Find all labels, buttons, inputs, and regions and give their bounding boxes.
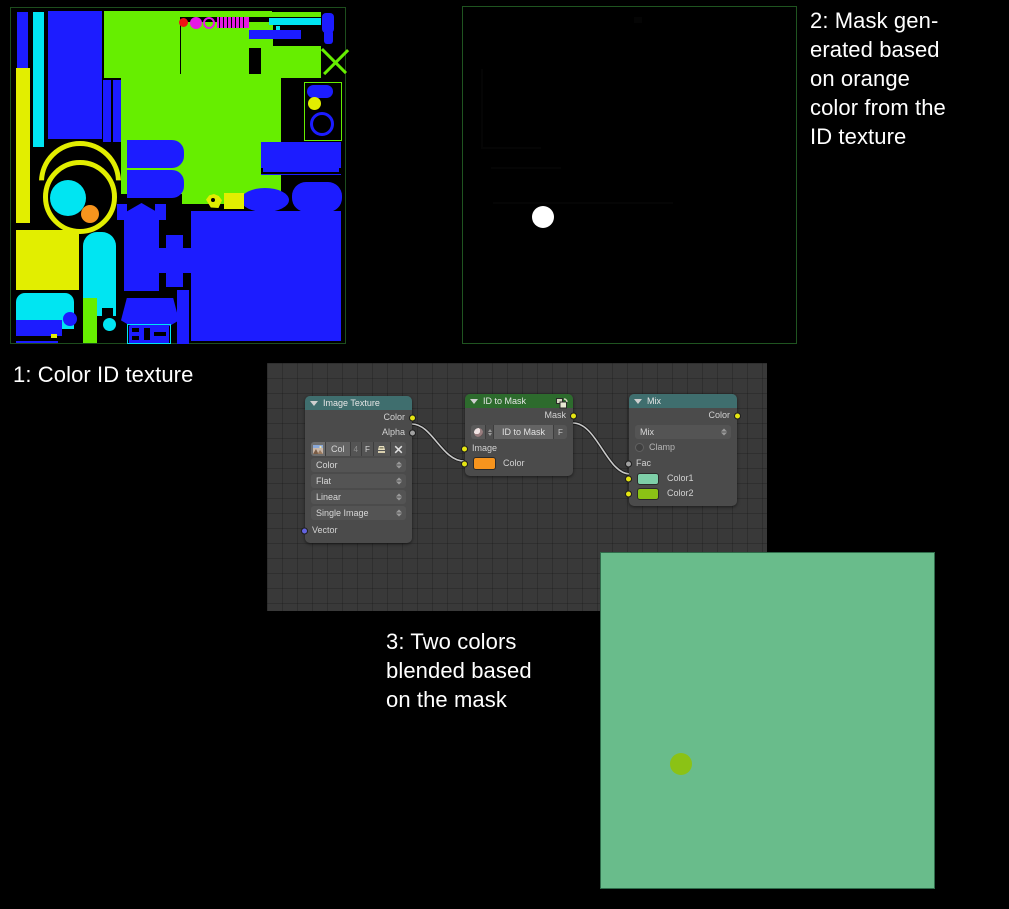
socket-color2-in[interactable]: [625, 490, 632, 497]
color2-swatch[interactable]: [637, 487, 659, 500]
socket-fac-in[interactable]: [625, 460, 632, 467]
result-green-dot: [670, 753, 692, 775]
input-socket-color2[interactable]: Color2: [625, 486, 737, 501]
chevron-updown-icon[interactable]: [396, 509, 402, 517]
input-socket-vector[interactable]: Vector: [301, 523, 412, 538]
socket-color-out[interactable]: [734, 412, 741, 419]
clamp-checkbox[interactable]: Clamp: [635, 441, 731, 454]
orange-id-swatch-region: [81, 205, 99, 223]
fake-user-toggle[interactable]: F: [361, 442, 374, 456]
id-datablock-row[interactable]: ID to Mask F: [471, 425, 567, 439]
color-id-texture-image: [10, 7, 350, 344]
output-socket-alpha[interactable]: Alpha: [305, 425, 416, 440]
id-name-field[interactable]: ID to Mask: [494, 425, 553, 439]
checkbox-icon[interactable]: [635, 443, 644, 452]
id-to-mask-header[interactable]: ID to Mask: [465, 394, 573, 409]
orange-color-swatch[interactable]: [473, 457, 496, 470]
mix-node[interactable]: Mix Color Mix Clamp Fac Color1 Color2: [625, 394, 741, 506]
collapse-triangle-icon[interactable]: [310, 400, 318, 406]
fake-user-toggle[interactable]: F: [553, 425, 567, 439]
socket-alpha-out[interactable]: [409, 429, 416, 436]
caption-two: 2: Mask gen- erated based on orange colo…: [810, 8, 946, 149]
image-texture-header[interactable]: Image Texture: [305, 396, 412, 410]
image-icon[interactable]: [311, 442, 326, 456]
id-to-mask-node[interactable]: ID to Mask Mask ID to Mask F Image Color: [461, 394, 577, 476]
interpolation-dropdown[interactable]: Linear: [311, 490, 406, 504]
caption-three: 3: Two colors blended based on the mask: [386, 629, 532, 712]
input-socket-image[interactable]: Image: [461, 441, 573, 456]
chevron-updown-icon[interactable]: [396, 493, 402, 501]
browse-id-icon[interactable]: [485, 425, 494, 439]
socket-vector-in[interactable]: [301, 527, 308, 534]
input-socket-color1[interactable]: Color1: [625, 471, 737, 486]
socket-color-in[interactable]: [461, 460, 468, 467]
output-socket-mask[interactable]: Mask: [465, 408, 577, 423]
blended-result-image: [600, 552, 935, 889]
socket-color-out[interactable]: [409, 414, 416, 421]
image-datablock-row[interactable]: Col 4 F: [311, 442, 406, 456]
image-name[interactable]: Col: [326, 442, 351, 456]
input-socket-fac[interactable]: Fac: [625, 456, 737, 471]
image-user-count[interactable]: 4: [350, 442, 362, 456]
output-socket-color[interactable]: Color: [305, 410, 416, 425]
socket-color1-in[interactable]: [625, 475, 632, 482]
mask-white-dot: [532, 206, 554, 228]
chevron-updown-icon[interactable]: [396, 461, 402, 469]
pack-icon[interactable]: [373, 442, 391, 456]
collapse-triangle-icon[interactable]: [634, 398, 642, 404]
caption-one: 1: Color ID texture: [13, 362, 194, 387]
material-sphere-icon[interactable]: [471, 425, 485, 439]
node-title: Image Texture: [323, 397, 380, 408]
collapse-triangle-icon[interactable]: [470, 398, 478, 404]
chevron-updown-icon[interactable]: [396, 477, 402, 485]
blend-mode-dropdown[interactable]: Mix: [635, 425, 731, 439]
socket-image-in[interactable]: [461, 445, 468, 452]
close-icon[interactable]: [390, 442, 406, 456]
chevron-updown-icon[interactable]: [721, 428, 727, 436]
output-socket-color[interactable]: Color: [629, 408, 741, 423]
projection-dropdown[interactable]: Flat: [311, 474, 406, 488]
input-socket-color[interactable]: Color: [461, 456, 573, 471]
socket-mask-out[interactable]: [570, 412, 577, 419]
image-texture-node[interactable]: Image Texture Color Alpha Col 4 F Color …: [301, 396, 416, 543]
color-space-dropdown[interactable]: Color: [311, 458, 406, 472]
mask-result-image: [462, 6, 797, 344]
mix-header[interactable]: Mix: [629, 394, 737, 408]
source-dropdown[interactable]: Single Image: [311, 506, 406, 520]
color1-swatch[interactable]: [637, 472, 659, 485]
